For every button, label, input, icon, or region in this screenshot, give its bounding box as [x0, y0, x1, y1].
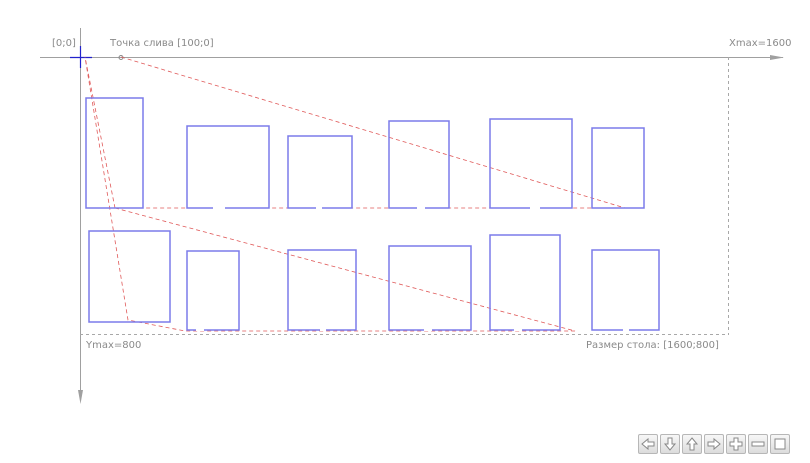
- part: [287, 135, 353, 209]
- pan-down-button[interactable]: [660, 434, 680, 454]
- zoom-out-button[interactable]: [748, 434, 768, 454]
- cutting-path: [84, 56, 626, 332]
- part: [489, 118, 573, 209]
- parts-row-1: [85, 97, 645, 209]
- pan-left-button[interactable]: [638, 434, 658, 454]
- part: [287, 249, 357, 331]
- pan-up-button[interactable]: [682, 434, 702, 454]
- minus-icon: [751, 441, 765, 447]
- ymax-label: Ymax=800: [86, 340, 142, 351]
- part: [88, 230, 171, 323]
- part: [388, 245, 472, 331]
- xmax-label: Xmax=1600: [729, 38, 792, 49]
- arrow-down-icon: [663, 437, 677, 451]
- part: [85, 97, 144, 209]
- x-axis-arrow: [770, 55, 784, 60]
- drain-point-label: Точка слива [100;0]: [110, 38, 214, 49]
- fit-view-button[interactable]: [770, 434, 790, 454]
- zoom-in-button[interactable]: [726, 434, 746, 454]
- y-axis-arrow: [78, 390, 83, 404]
- parts-row-2: [88, 230, 660, 331]
- entry-gaps: [196, 207, 629, 331]
- table-size-label: Размер стола: [1600;800]: [586, 340, 719, 351]
- arrow-up-icon: [685, 437, 699, 451]
- arrow-left-icon: [641, 437, 655, 451]
- arrow-right-icon: [707, 437, 721, 451]
- pan-right-button[interactable]: [704, 434, 724, 454]
- part: [591, 127, 645, 209]
- origin-label: [0;0]: [52, 38, 76, 49]
- part: [388, 120, 450, 209]
- square-icon: [774, 438, 786, 450]
- plus-icon: [729, 437, 743, 451]
- layout-canvas: [40, 28, 784, 404]
- part: [186, 250, 240, 331]
- view-toolbar: [638, 434, 790, 456]
- part: [591, 249, 660, 331]
- part: [489, 234, 561, 331]
- part: [186, 125, 270, 209]
